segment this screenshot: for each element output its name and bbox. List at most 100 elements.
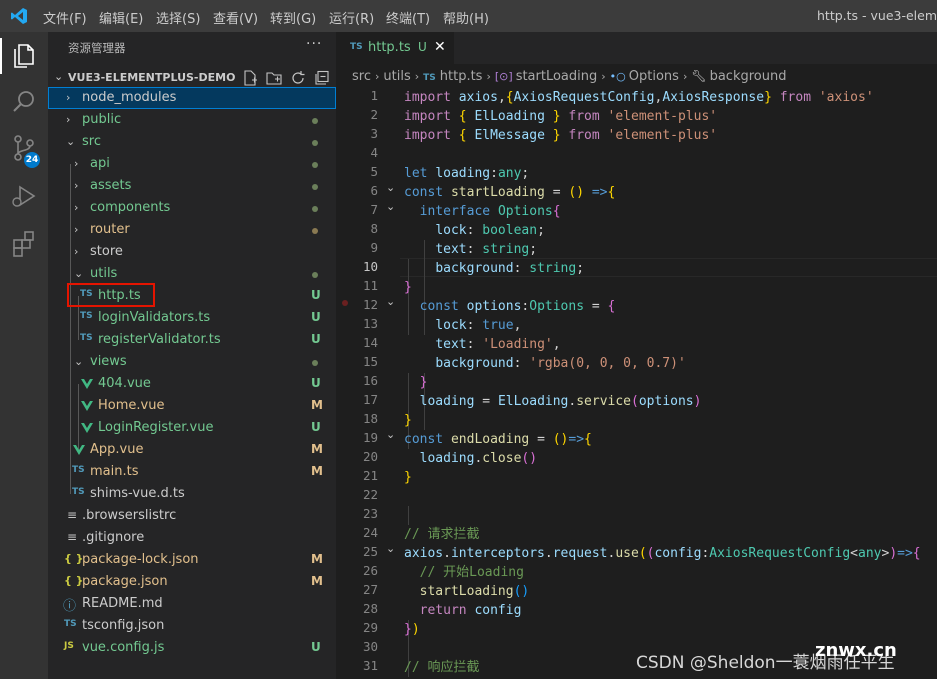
git-status-modified: M [311,552,323,566]
chevron-right-icon: › [374,70,380,83]
menu-file[interactable]: 文件(F) [43,8,87,27]
property-wrench-icon: 🔧︎ [691,69,707,83]
line-number: 25 [362,544,378,559]
menu-terminal[interactable]: 终端(T) [386,8,430,27]
editor-area: TS http.ts U ✕ src › utils › TS http.ts › [⊙] st… [336,32,937,679]
tree-item-utils[interactable]: ⌄ utils [48,263,336,285]
breadcrumb-property[interactable]: background [710,69,787,84]
code-line: import { ElMessage } from 'element-plus' [404,128,718,143]
line-number: 1 [370,88,378,103]
tab-http-ts[interactable]: TS http.ts U ✕ [336,32,454,64]
line-number: 3 [370,126,378,141]
code-line: loading.close() [419,451,538,466]
menu-view[interactable]: 查看(V) [213,8,258,27]
tree-item-register-validator-ts[interactable]: TS registerValidator.ts U [48,329,336,351]
tree-item-assets[interactable]: › assets [48,175,336,197]
menu-run[interactable]: 运行(R) [329,8,374,27]
line-number: 14 [362,335,378,350]
modified-dot [312,140,318,146]
fold-chevron-icon[interactable]: ⌄ [386,181,395,194]
tree-item-tsconfig-json[interactable]: TS tsconfig.json [48,615,336,637]
more-actions-icon[interactable]: ··· [306,36,322,52]
line-number: 5 [370,164,378,179]
line-number: 12 [362,297,378,312]
code-line: let loading:any; [404,166,530,181]
code-line: interface Options{ [419,204,561,219]
explorer-sidebar: 资源管理器 ··· ⌄ VUE3-ELEMENTPLUS-DEMO › node… [48,32,336,679]
tree-item-public[interactable]: › public [48,109,336,131]
git-status-modified: M [311,464,323,478]
git-status-modified: M [311,442,323,456]
menu-edit[interactable]: 编辑(E) [99,8,143,27]
tree-item-router[interactable]: › router [48,219,336,241]
line-number: 4 [370,145,378,160]
tree-item-app-vue[interactable]: App.vue M [48,439,336,461]
tree-item-node-modules[interactable]: › node_modules [48,87,336,109]
tree-item-src[interactable]: ⌄ src [48,131,336,153]
refresh-icon[interactable] [290,70,306,86]
code-line: text: string; [435,242,538,257]
typescript-file-icon: TS [64,619,77,629]
breadcrumb-function[interactable]: startLoading [516,69,598,84]
fold-chevron-icon[interactable]: ⌄ [386,542,395,555]
run-debug-icon[interactable] [8,180,40,212]
close-icon[interactable]: ✕ [434,39,446,55]
breadcrumb-utils[interactable]: utils [383,69,410,84]
chevron-right-icon: › [486,70,491,83]
code-line: startLoading() [419,584,530,599]
tree-item-vue-config-js[interactable]: JS vue.config.js U [48,637,336,659]
menu-selection[interactable]: 选择(S) [156,8,200,27]
code-line: import { ElLoading } from 'element-plus' [404,109,718,124]
workspace-folder-header[interactable]: ⌄ VUE3-ELEMENTPLUS-DEMO [48,67,336,89]
fold-chevron-icon[interactable]: ⌄ [386,200,395,213]
tree-item-package-lock-json[interactable]: { } package-lock.json M [48,549,336,571]
tree-item-readme-md[interactable]: ⓘ README.md [48,593,336,615]
tree-item-gitignore[interactable]: ≡ .gitignore [48,527,336,549]
line-number: 16 [362,373,378,388]
collapse-all-icon[interactable] [314,70,330,86]
menu-help[interactable]: 帮助(H) [443,8,489,27]
tree-item-home-vue[interactable]: Home.vue M [48,395,336,417]
tree-item-main-ts[interactable]: TS main.ts M [48,461,336,483]
typescript-file-icon: TS [72,487,85,497]
tree-item-api[interactable]: › api [48,153,336,175]
menu-go[interactable]: 转到(G) [270,8,316,27]
javascript-file-icon: JS [64,641,74,651]
chevron-down-icon: ⌄ [54,70,64,83]
line-number: 8 [370,221,378,236]
code-line: } [419,375,428,390]
search-icon[interactable] [8,86,40,118]
scm-count-badge: 24 [24,152,40,168]
new-folder-icon[interactable] [266,70,282,86]
tree-item-browserslistrc[interactable]: ≡ .browserslistrc [48,505,336,527]
new-file-icon[interactable] [242,70,258,86]
code-line: axios.interceptors.request.use((config:A… [404,546,921,561]
git-status-untracked: U [311,288,321,302]
tree-item-login-register-vue[interactable]: LoginRegister.vue U [48,417,336,439]
code-line: const startLoading = () =>{ [404,185,616,200]
line-number: 11 [362,278,378,293]
fold-chevron-icon[interactable]: ⌄ [386,295,395,308]
code-line: // 请求拦截 [404,527,480,542]
tree-item-shims-vue-d-ts[interactable]: TS shims-vue.d.ts [48,483,336,505]
tree-item-store[interactable]: › store [48,241,336,263]
breadcrumb-interface[interactable]: Options [629,69,679,84]
tree-item-views[interactable]: ⌄ views [48,351,336,373]
tree-item-package-json[interactable]: { } package.json M [48,571,336,593]
tree-item-404-vue[interactable]: 404.vue U [48,373,336,395]
line-number: 21 [362,468,378,483]
fold-chevron-icon[interactable]: ⌄ [386,428,395,441]
code-line: // 响应拦截 [404,660,480,675]
tree-item-components[interactable]: › components [48,197,336,219]
typescript-file-icon: TS [423,73,436,83]
tree-item-login-validators-ts[interactable]: TS loginValidators.ts U [48,307,336,329]
vscode-logo-icon[interactable] [10,7,28,25]
line-number: 7 [370,202,378,217]
extensions-icon[interactable] [8,228,40,260]
breadcrumb-file[interactable]: http.ts [440,69,483,84]
line-number: 23 [362,506,378,521]
function-symbol-icon: [⊙] [494,70,513,83]
explorer-icon[interactable] [8,40,40,72]
breadcrumb-src[interactable]: src [352,69,371,84]
vue-file-icon [81,379,93,389]
